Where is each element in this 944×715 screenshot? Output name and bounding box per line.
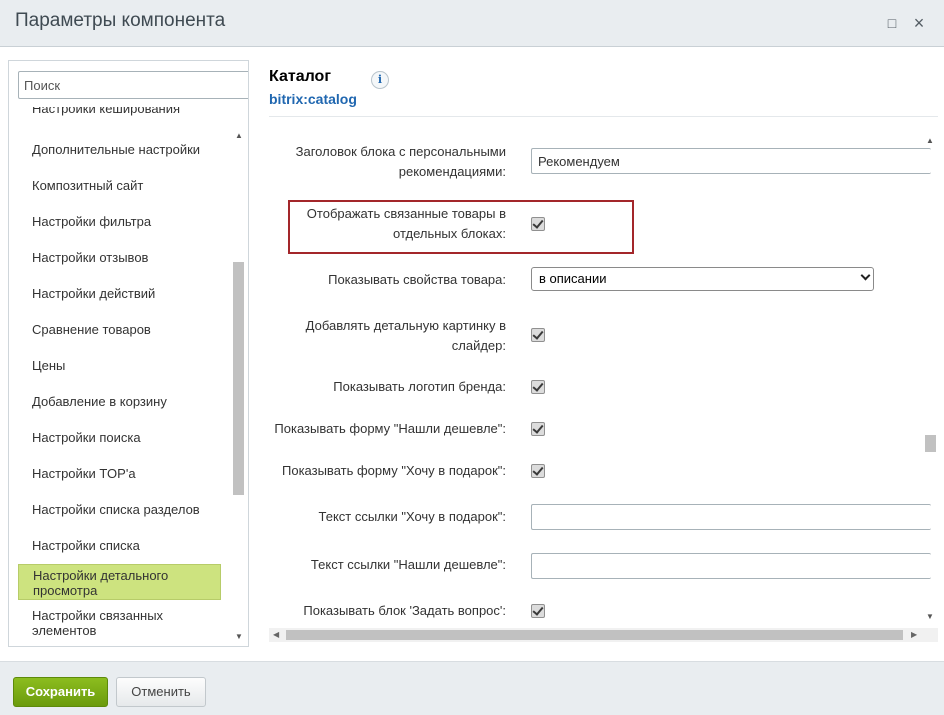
sidebar-item-reviews[interactable]: Настройки отзывов [18, 248, 221, 268]
params-scroll-down-icon[interactable]: ▼ [924, 612, 936, 622]
param-label: Заголовок блока с персональными рекоменд… [295, 144, 506, 179]
dialog-content: Настройки кеширования Дополнительные нас… [0, 48, 944, 661]
close-icon[interactable]: × [910, 14, 928, 32]
sidebar-scroll-up-icon[interactable]: ▲ [233, 131, 245, 141]
show-props-select[interactable]: в описании [531, 267, 874, 291]
cancel-button[interactable]: Отменить [116, 677, 206, 707]
sidebar-item-detail[interactable]: Настройки детального просмотра [18, 564, 221, 600]
maximize-icon[interactable]: □ [883, 14, 901, 32]
sidebar-list: Настройки кеширования Дополнительные нас… [9, 107, 231, 645]
sidebar-item-section-list[interactable]: Настройки списка разделов [18, 500, 221, 520]
show-linked-blocks-checkbox[interactable] [531, 217, 545, 231]
sidebar-item-compare[interactable]: Сравнение товаров [18, 320, 221, 340]
component-title: Каталог [269, 68, 331, 85]
params-scrollbar-thumb[interactable] [925, 435, 936, 452]
params-hscrollbar[interactable]: ◀ ▶ [269, 628, 938, 642]
cheaper-link-text-input[interactable] [531, 553, 931, 579]
params-hscroll-thumb[interactable] [286, 630, 903, 640]
show-cheaper-form-checkbox[interactable] [531, 422, 545, 436]
header-divider [269, 116, 938, 117]
search-input[interactable] [18, 71, 248, 99]
scroll-right-icon[interactable]: ▶ [911, 630, 917, 639]
personal-rec-title-input[interactable] [531, 148, 931, 174]
show-brand-logo-checkbox[interactable] [531, 380, 545, 394]
chevron-down-icon [860, 270, 871, 281]
sidebar-item-actions[interactable]: Настройки действий [18, 284, 221, 304]
param-label: Показывать форму "Хочу в подарок": [282, 463, 506, 478]
param-label: Отображать связанные товары в отдельных … [306, 206, 506, 241]
param-label: Показывать логотип бренда: [333, 379, 506, 394]
info-icon[interactable]: i [371, 71, 389, 89]
show-gift-form-checkbox[interactable] [531, 464, 545, 478]
dialog-footer: Сохранить Отменить [0, 661, 944, 715]
param-label: Показывать форму "Нашли дешевле": [274, 421, 506, 436]
param-label: Текст ссылки "Хочу в подарок": [318, 509, 507, 524]
sidebar-item-additional[interactable]: Дополнительные настройки [18, 140, 221, 160]
save-button[interactable]: Сохранить [13, 677, 108, 707]
sidebar: Настройки кеширования Дополнительные нас… [8, 60, 249, 647]
show-question-block-checkbox[interactable] [531, 604, 545, 618]
sidebar-item-top[interactable]: Настройки TOP'а [18, 464, 221, 484]
param-label: Добавлять детальную картинку в слайдер: [305, 318, 506, 353]
sidebar-item-search[interactable]: Настройки поиска [18, 428, 221, 448]
sidebar-scrollbar-thumb[interactable] [233, 262, 244, 495]
sidebar-item-basket[interactable]: Добавление в корзину [18, 392, 221, 412]
sidebar-item-composite[interactable]: Композитный сайт [18, 176, 221, 196]
param-label: Показывать блок 'Задать вопрос': [303, 603, 506, 618]
sidebar-item-cache[interactable]: Настройки кеширования [18, 107, 221, 119]
window-title: Параметры компонента [15, 10, 226, 31]
params-panel: Заголовок блока с персональными рекоменд… [269, 132, 938, 644]
component-code: bitrix:catalog [269, 91, 357, 107]
sidebar-item-list[interactable]: Настройки списка [18, 536, 221, 556]
show-props-value: в описании [539, 271, 607, 286]
sidebar-item-filter[interactable]: Настройки фильтра [18, 212, 221, 232]
gift-link-text-input[interactable] [531, 504, 931, 530]
param-label: Текст ссылки "Нашли дешевле": [310, 557, 506, 572]
params-scroll-up-icon[interactable]: ▲ [924, 136, 936, 146]
scroll-left-icon[interactable]: ◀ [273, 630, 279, 639]
sidebar-item-prices[interactable]: Цены [18, 356, 221, 376]
window-titlebar: Параметры компонента □ × [0, 0, 944, 47]
sidebar-item-linked[interactable]: Настройки связанных элементов [18, 608, 221, 638]
add-detail-picture-checkbox[interactable] [531, 328, 545, 342]
param-label: Показывать свойства товара: [328, 272, 506, 287]
sidebar-scroll-down-icon[interactable]: ▼ [233, 632, 245, 642]
